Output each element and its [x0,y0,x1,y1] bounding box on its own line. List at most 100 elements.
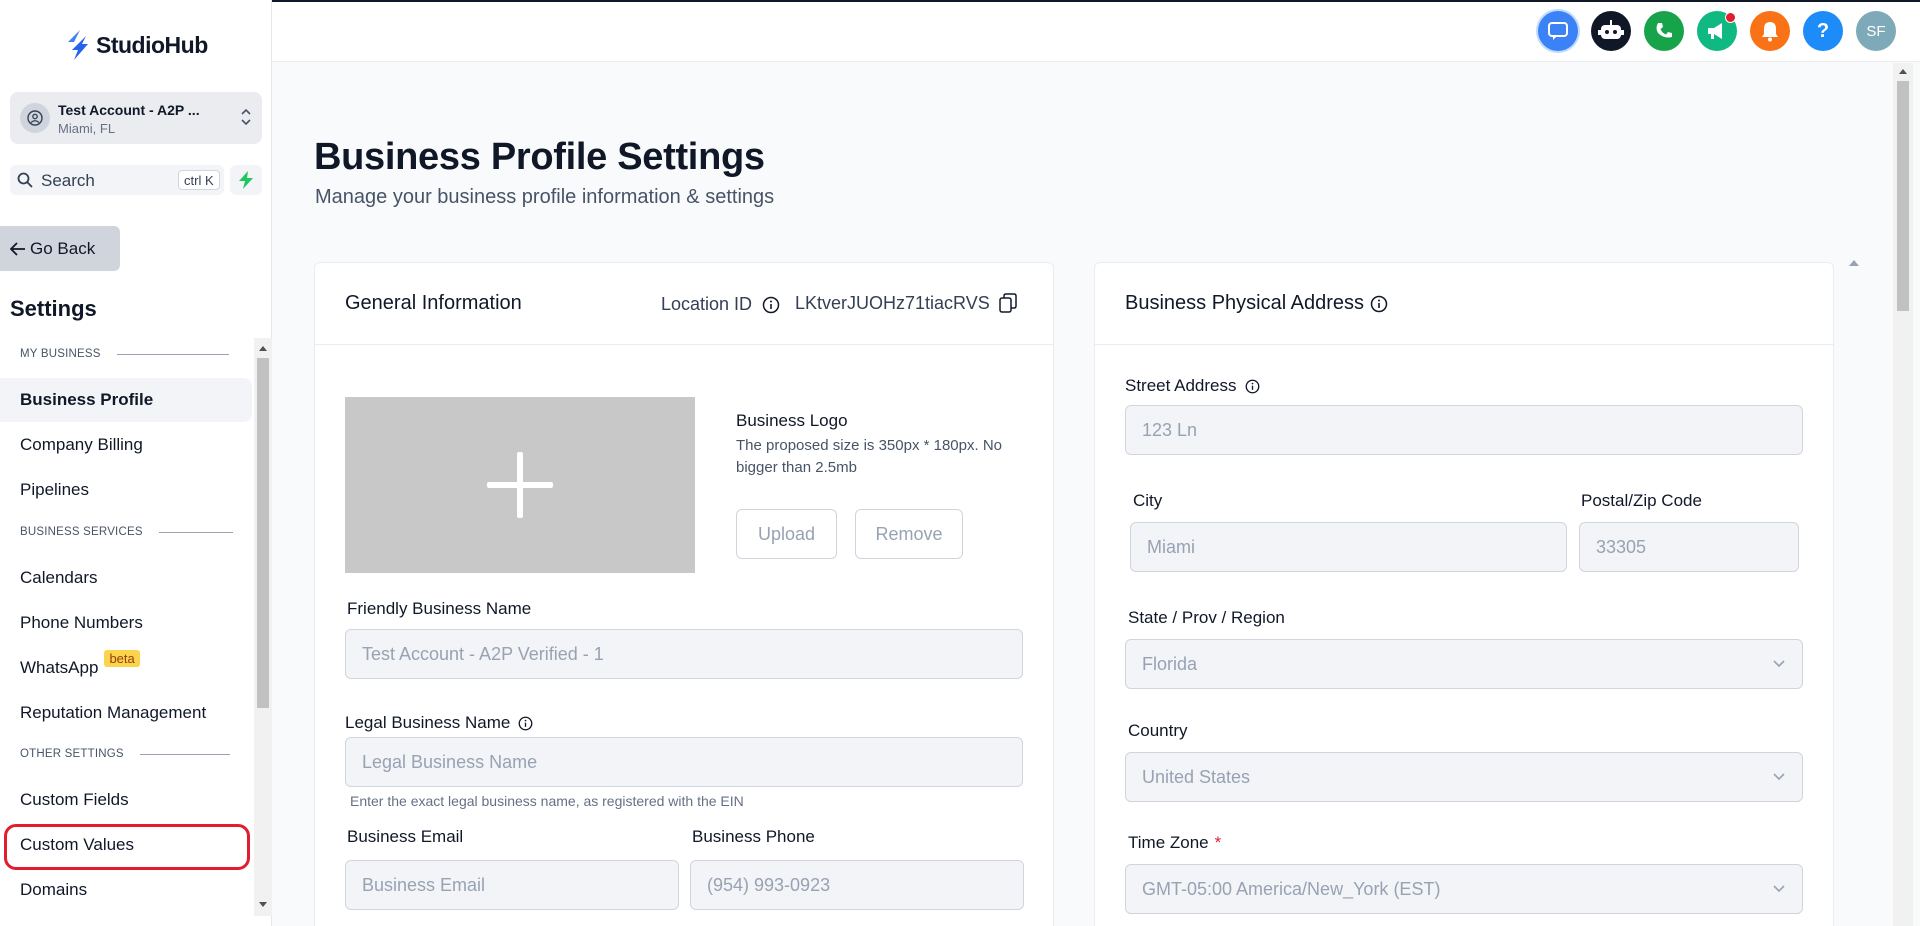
timezone-label: Time Zone [1128,833,1209,852]
topbar: ? SF [272,0,1920,62]
plus-icon [487,452,553,518]
state-select[interactable]: Florida [1125,639,1803,689]
scroll-up-arrow[interactable] [1849,260,1859,266]
sidebar-item-label: Company Billing [20,435,143,454]
section-my-business: MY BUSINESS [20,348,229,360]
logo-title: Business Logo [736,411,848,430]
account-name: Test Account - A2P ... [58,102,200,118]
country-label: Country [1128,721,1188,740]
bolt-icon [239,171,253,189]
scroll-up-arrow[interactable] [1899,69,1907,74]
chevron-down-icon [1773,885,1785,893]
timezone-value: GMT-05:00 America/New_York (EST) [1142,878,1441,899]
city-label: City [1133,491,1163,510]
notifications-button[interactable] [1750,11,1790,51]
location-id-label: Location ID [661,294,753,314]
country-value: United States [1142,766,1251,787]
state-label: State / Prov / Region [1128,608,1285,627]
remove-button[interactable]: Remove [855,509,963,559]
page-title: Business Profile Settings [314,136,765,178]
help-button[interactable]: ? [1803,11,1843,51]
sidebar-item-label: WhatsApp [20,658,99,677]
info-icon [1370,295,1388,313]
settings-title: Settings [10,296,97,321]
chat-button[interactable] [1538,11,1578,51]
friendly-name-input[interactable]: Test Account - A2P Verified - 1 [345,629,1023,679]
scroll-down-arrow[interactable] [259,902,267,907]
chevron-down-icon [1773,773,1785,781]
country-select[interactable]: United States [1125,752,1803,802]
sidebar-item-label: Pipelines [20,480,89,499]
info-icon [762,296,780,314]
main-scrollbar[interactable] [1893,63,1913,926]
card-title-wrap: Business Physical Address [1125,292,1388,315]
legal-name-input[interactable]: Legal Business Name [345,737,1023,787]
sidebar-scroll-thumb[interactable] [257,358,269,708]
section-label: MY BUSINESS [20,348,101,360]
megaphone-icon [1708,23,1722,39]
chevron-down-icon [1773,660,1785,668]
search-shortcut: ctrl K [178,170,220,190]
legal-name-label: Legal Business Name [345,713,511,732]
sidebar-item-label: Domains [20,880,88,899]
sidebar-scrollbar[interactable] [254,338,272,916]
search-icon [17,172,33,188]
settings-nav: MY BUSINESS Business Profile Company Bil… [0,336,254,916]
account-switcher[interactable]: Test Account - A2P ... Miami, FL [10,92,262,144]
upload-button[interactable]: Upload [736,509,837,559]
sidebar-item-label: Custom Values [20,835,135,854]
sidebar-item-phone-numbers[interactable]: Phone Numbers [0,601,252,645]
card-title: Business Physical Address [1125,292,1365,314]
zip-input[interactable]: 33305 [1579,522,1799,572]
bot-button[interactable] [1591,11,1631,51]
section-business-services: BUSINESS SERVICES [20,526,233,538]
announcements-button[interactable] [1697,11,1737,51]
main-scroll-thumb[interactable] [1897,81,1909,311]
business-phone-label: Business Phone [692,827,815,846]
avatar-initials: SF [1866,22,1886,40]
business-email-input[interactable]: Business Email [345,860,679,910]
sidebar-item-whatsapp[interactable]: WhatsApp beta [0,646,252,690]
chat-icon [1548,22,1568,40]
location-id-label-wrap: Location ID [661,294,780,315]
card-header: Business Physical Address [1095,263,1833,345]
city-input[interactable]: Miami [1130,522,1567,572]
street-input[interactable]: 123 Ln [1125,405,1803,455]
logo-icon [68,30,88,60]
scroll-up-arrow[interactable] [259,346,267,351]
logo-upload-area[interactable] [345,397,695,573]
sidebar-item-label: Business Profile [20,390,154,409]
user-avatar[interactable]: SF [1856,11,1896,51]
sidebar-item-custom-fields[interactable]: Custom Fields [0,778,252,822]
sidebar-item-calendars[interactable]: Calendars [0,556,252,600]
friendly-name-label: Friendly Business Name [347,599,532,618]
sidebar-item-company-billing[interactable]: Company Billing [0,423,252,467]
sidebar-item-business-profile[interactable]: Business Profile [0,378,252,422]
phone-button[interactable] [1644,11,1684,51]
sidebar-item-pipelines[interactable]: Pipelines [0,468,252,512]
general-information-card: General Information Location ID LKtverJU… [314,262,1054,926]
copy-icon[interactable] [999,293,1017,318]
info-icon [1245,379,1260,394]
quick-actions-button[interactable] [230,165,262,195]
logo-hint: The proposed size is 350px * 180px. No b… [736,437,1002,476]
search-button[interactable]: Search ctrl K [10,165,224,195]
timezone-select[interactable]: GMT-05:00 America/New_York (EST) [1125,864,1803,914]
page-subtitle: Manage your business profile information… [315,186,775,208]
sidebar-item-label: Phone Numbers [20,613,143,632]
sidebar-item-reputation-management[interactable]: Reputation Management [0,691,252,735]
business-address-card: Business Physical Address Street Address… [1094,262,1834,926]
app-logo[interactable]: StudioHub [66,30,208,60]
phone-icon [1656,23,1672,38]
app-name: StudioHub [96,31,208,58]
location-id-value: LKtverJUOHz71tiacRVS [795,293,990,313]
sidebar-item-domains[interactable]: Domains [0,868,252,912]
arrow-left-icon [10,241,25,256]
sidebar-item-custom-values[interactable]: Custom Values [0,823,252,867]
chevron-updown-icon [241,108,251,126]
account-location: Miami, FL [58,121,116,136]
section-label: BUSINESS SERVICES [20,526,143,538]
help-icon: ? [1816,19,1830,42]
go-back-button[interactable]: Go Back [0,226,120,271]
business-phone-input[interactable]: (954) 993-0923 [690,860,1024,910]
